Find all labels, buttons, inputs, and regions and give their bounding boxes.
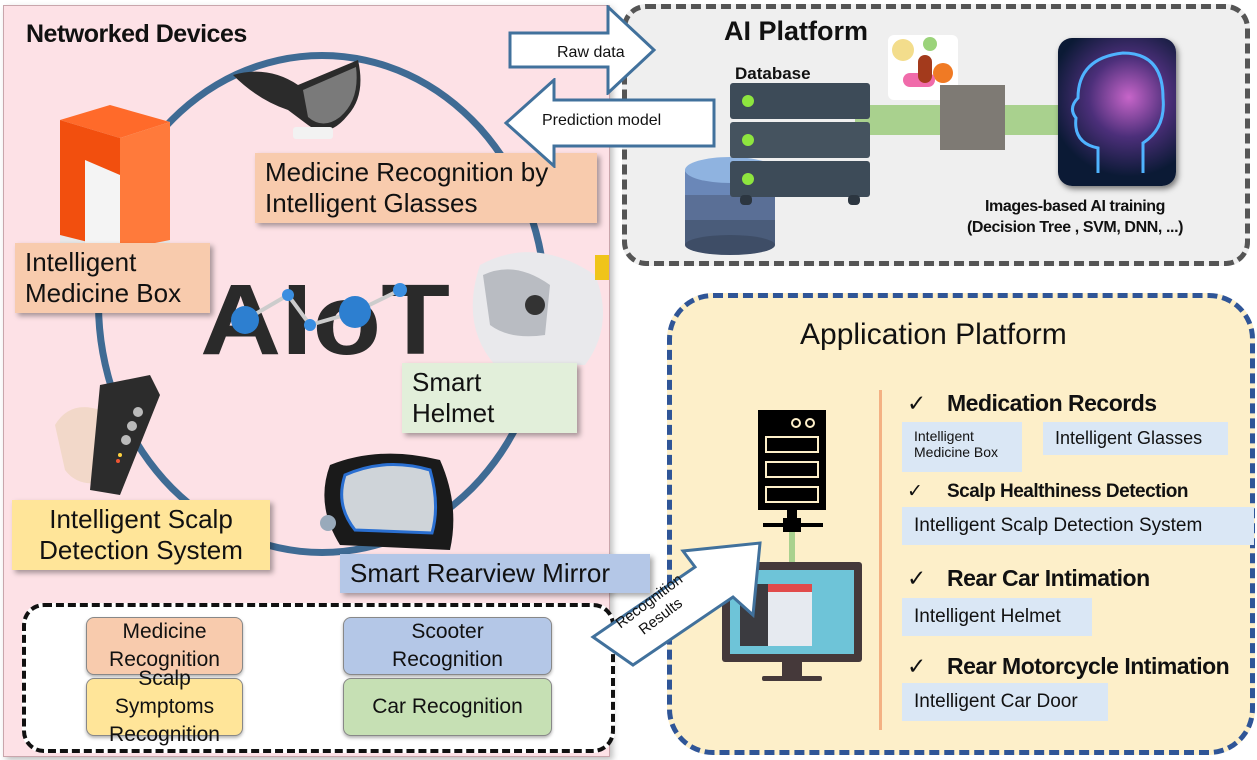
check-icon: ✓	[907, 653, 926, 679]
section-heading: Medication Records	[947, 390, 1157, 416]
rec-line: Car Recognition	[372, 695, 523, 718]
section-heading: Rear Car Intimation	[947, 565, 1150, 591]
recognition-scooter: Scooter Recognition	[343, 617, 552, 675]
database-label: Database	[735, 64, 811, 83]
helmet-icon	[455, 245, 615, 370]
ai-platform-title: AI Platform	[724, 16, 869, 46]
section-heading: Rear Motorcycle Intimation	[947, 653, 1230, 679]
server-icon	[730, 83, 870, 205]
device-label-smart-helmet: Smart Helmet	[402, 363, 577, 433]
label-line: Detection System	[39, 535, 243, 565]
device-label-medicine-box: Intelligent Medicine Box	[15, 243, 210, 313]
scalp-image	[940, 85, 1005, 150]
section-scalp-healthiness: ✓ Scalp Healthiness Detection	[907, 480, 1188, 503]
tag-scalp-detection-system: Intelligent Scalp Detection System	[902, 507, 1254, 545]
rec-line: Recognition	[392, 648, 503, 671]
smart-glasses-icon	[228, 55, 368, 155]
label-line: Smart Helmet	[412, 367, 495, 428]
section-medication-records: ✓ Medication Records	[907, 390, 1157, 417]
networked-devices-title: Networked Devices	[26, 20, 247, 48]
prediction-model-label: Prediction model	[542, 112, 662, 129]
rec-line: Medicine	[122, 620, 207, 643]
check-icon: ✓	[907, 565, 926, 591]
section-rear-car-intimation: ✓ Rear Car Intimation	[907, 565, 1150, 592]
label-line: Intelligent Scalp	[49, 504, 233, 534]
rearview-mirror-icon	[310, 445, 460, 560]
tag-intelligent-car-door: Intelligent Car Door	[902, 683, 1108, 721]
section-rear-motorcycle-intimation: ✓ Rear Motorcycle Intimation	[907, 653, 1230, 680]
tag-intelligent-helmet: Intelligent Helmet	[902, 598, 1092, 636]
recognition-scalp-symptoms: Scalp Symptoms Recognition	[86, 667, 243, 746]
tag-intelligent-medicine-box: Intelligent Medicine Box	[902, 422, 1022, 472]
label-line: Medicine Box	[25, 278, 182, 308]
application-platform-title: Application Platform	[800, 318, 1067, 351]
tag-line: Medicine Box	[914, 444, 999, 460]
device-label-scalp-detection: Intelligent Scalp Detection System	[12, 500, 270, 570]
scalp-detector-icon	[50, 370, 165, 500]
rec-line: Scalp Symptoms	[114, 667, 215, 718]
divider-line	[879, 390, 882, 730]
raw-data-label: Raw data	[557, 44, 625, 61]
recognition-car: Car Recognition	[343, 678, 552, 736]
ai-training-label: Images-based AI training (Decision Tree …	[910, 196, 1240, 238]
rec-line: Recognition	[109, 723, 220, 746]
rec-line: Scooter	[411, 620, 484, 643]
tag-line: Intelligent	[914, 428, 974, 444]
training-line: (Decision Tree , SVM, DNN, ...)	[966, 219, 1184, 236]
training-line: Images-based AI training	[984, 198, 1166, 215]
label-line: Intelligent Glasses	[265, 188, 478, 218]
check-icon: ✓	[907, 481, 923, 502]
check-icon: ✓	[907, 390, 926, 416]
tag-intelligent-glasses: Intelligent Glasses	[1043, 422, 1228, 455]
label-line: Intelligent	[25, 247, 137, 277]
section-heading: Scalp Healthiness Detection	[947, 481, 1188, 502]
ai-brain-icon	[1058, 38, 1176, 186]
aiot-logo: AIoT	[200, 264, 455, 376]
